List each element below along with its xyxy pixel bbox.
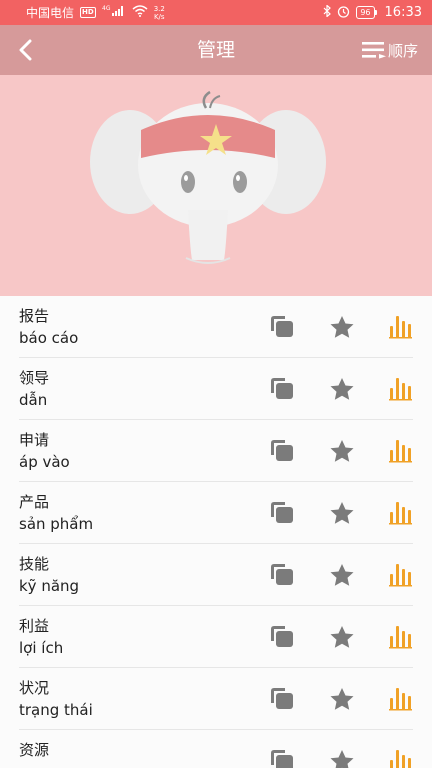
- network-type: 4G: [102, 5, 111, 12]
- word-text: 技能 kỹ năng: [19, 555, 79, 595]
- status-left: 中国电信 HD 4G 3.2 K/s: [26, 4, 165, 21]
- net-speed: 3.2 K/s: [154, 5, 165, 21]
- star-icon[interactable]: [329, 501, 355, 525]
- level-bars-icon[interactable]: [389, 315, 415, 339]
- star-icon[interactable]: [329, 563, 355, 587]
- word-text: 报告 báo cáo: [19, 307, 78, 347]
- word-row[interactable]: 报告 báo cáo: [19, 296, 413, 358]
- status-bar: 中国电信 HD 4G 3.2 K/s 96 16:33: [0, 0, 432, 25]
- star-icon[interactable]: [329, 377, 355, 401]
- net-speed-unit: K/s: [153, 12, 165, 21]
- word-row[interactable]: 产品 sản phẩm: [19, 482, 413, 544]
- word-chinese: 资源: [19, 741, 50, 759]
- level-bars-icon[interactable]: [389, 501, 415, 525]
- back-button[interactable]: [10, 34, 40, 66]
- carrier-label: 中国电信: [26, 6, 75, 20]
- status-right: 96 16:33: [323, 4, 422, 21]
- word-text: 状况 trạng thái: [19, 679, 93, 719]
- word-text: 领导 dẫn: [19, 369, 49, 409]
- net-speed-value: 3.2: [153, 4, 165, 13]
- copy-icon[interactable]: [269, 687, 295, 711]
- word-chinese: 申请: [19, 431, 50, 449]
- word-chinese: 产品: [19, 493, 50, 511]
- level-bars-icon[interactable]: [389, 625, 415, 649]
- copy-icon[interactable]: [269, 563, 295, 587]
- word-vietnamese: dẫn: [19, 391, 48, 409]
- copy-icon[interactable]: [269, 625, 295, 649]
- sort-list-icon: [361, 42, 386, 59]
- word-vietnamese: áp vào: [19, 453, 70, 471]
- star-icon[interactable]: [329, 315, 355, 339]
- star-icon[interactable]: [329, 749, 355, 768]
- copy-icon[interactable]: [269, 501, 295, 525]
- battery-icon: 96: [356, 6, 377, 19]
- star-icon[interactable]: [329, 439, 355, 463]
- order-button[interactable]: 顺序: [361, 37, 418, 63]
- word-vietnamese: trạng thái: [19, 701, 93, 719]
- copy-icon[interactable]: [269, 439, 295, 463]
- word-text: 产品 sản phẩm: [19, 493, 93, 533]
- star-icon[interactable]: [329, 625, 355, 649]
- level-bars-icon[interactable]: [389, 563, 415, 587]
- chevron-left-icon: [19, 39, 32, 61]
- word-list: 报告 báo cáo 领导 dẫn 申请 áp vào 产品 sản phẩm 技能 kỹ năn…: [0, 296, 432, 768]
- level-bars-icon[interactable]: [389, 439, 415, 463]
- elephant-mascot-image: [90, 90, 326, 264]
- star-icon[interactable]: [329, 687, 355, 711]
- word-vietnamese: báo cáo: [19, 329, 79, 347]
- status-time: 16:33: [384, 5, 422, 20]
- word-vietnamese: sản phẩm: [19, 515, 94, 533]
- level-bars-icon[interactable]: [389, 687, 415, 711]
- screen: 中国电信 HD 4G 3.2 K/s 96 16:33 管理 顺序 报告 báo…: [0, 0, 432, 768]
- word-row[interactable]: 技能 kỹ năng: [19, 544, 413, 606]
- word-vietnamese: kỹ năng: [19, 577, 80, 595]
- copy-icon[interactable]: [269, 377, 295, 401]
- wifi-icon: [132, 5, 148, 20]
- word-text: 利益 lợi ích: [19, 617, 63, 657]
- word-row[interactable]: 资源: [19, 730, 413, 768]
- signal-icon: 4G: [102, 5, 126, 20]
- word-text: 申请 áp vào: [19, 431, 70, 471]
- battery-level: 96: [360, 7, 371, 17]
- word-text: 资源: [19, 741, 49, 763]
- word-row[interactable]: 状况 trạng thái: [19, 668, 413, 730]
- order-label: 顺序: [387, 41, 418, 60]
- copy-icon[interactable]: [269, 315, 295, 339]
- level-bars-icon[interactable]: [389, 377, 415, 401]
- word-row[interactable]: 利益 lợi ích: [19, 606, 413, 668]
- word-chinese: 利益: [19, 617, 50, 635]
- app-bar: 管理 顺序: [0, 25, 432, 75]
- hd-badge: HD: [80, 7, 96, 18]
- word-row[interactable]: 领导 dẫn: [19, 358, 413, 420]
- word-chinese: 报告: [19, 307, 50, 325]
- bluetooth-icon: [323, 4, 332, 20]
- copy-icon[interactable]: [269, 749, 295, 768]
- word-vietnamese: lợi ích: [19, 639, 64, 657]
- word-chinese: 状况: [19, 679, 50, 697]
- word-chinese: 领导: [19, 369, 50, 387]
- word-chinese: 技能: [19, 555, 50, 573]
- alarm-icon: [337, 5, 350, 21]
- level-bars-icon[interactable]: [389, 749, 415, 768]
- word-row[interactable]: 申请 áp vào: [19, 420, 413, 482]
